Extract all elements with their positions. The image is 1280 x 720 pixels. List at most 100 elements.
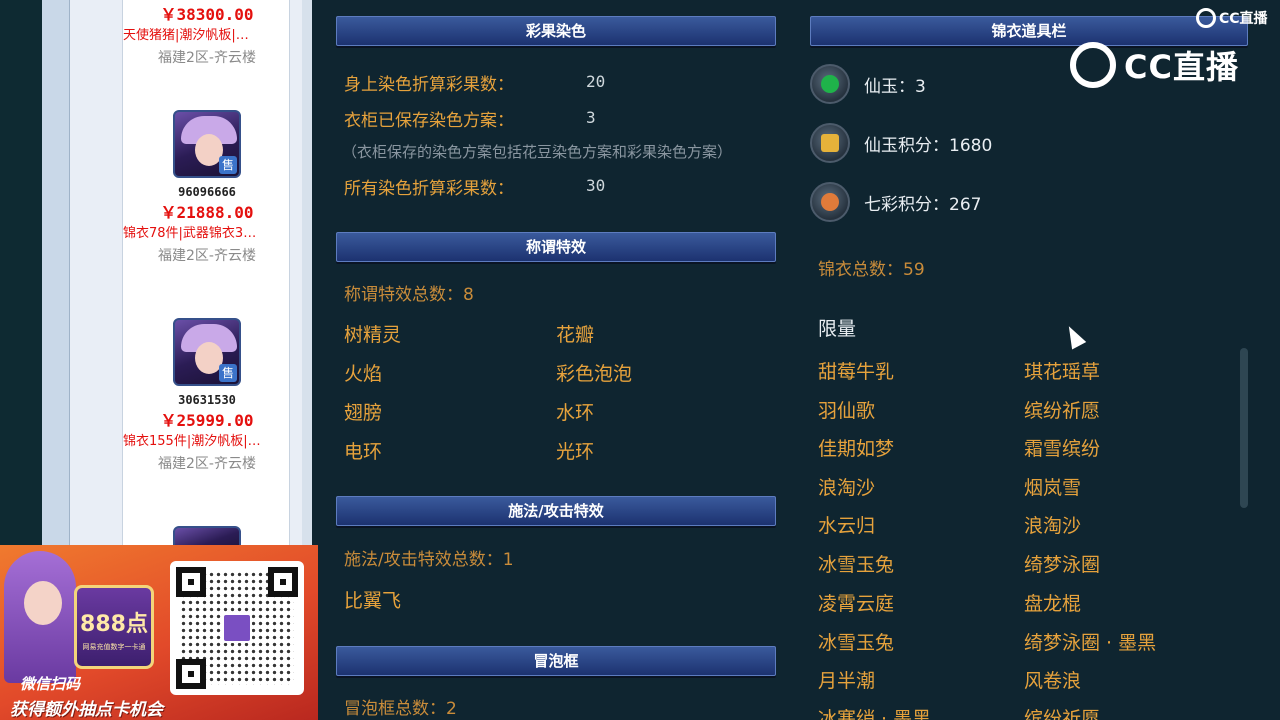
currency-row: 仙玉：3	[810, 64, 926, 104]
jade-points-icon	[810, 123, 850, 163]
character-avatar[interactable]: 售	[173, 110, 241, 178]
listing-panel: ￥38300.00 天使猪猪|潮汐帆板|… 福建2区-齐云楼 售 9609666…	[70, 0, 302, 545]
limited-item: 冰雪玉兔	[818, 632, 895, 654]
sale-badge: 售	[219, 156, 237, 174]
qr-finder	[176, 567, 206, 597]
dye-header: 彩果染色	[336, 16, 776, 46]
qr-finder	[268, 567, 298, 597]
dye-label: 衣柜已保存染色方案：	[344, 111, 514, 131]
promo-line-2: 获得额外抽点卡机会	[10, 700, 163, 720]
cc-live-watermark: CC直播	[1070, 42, 1239, 88]
limited-item: 浪淘沙	[1024, 515, 1082, 537]
jade-icon	[810, 64, 850, 104]
qr-center-logo	[222, 613, 252, 643]
limited-item: 水云归	[818, 515, 876, 537]
currency-text: 仙玉：3	[864, 76, 926, 97]
limited-item: 冰雪玉兔	[818, 554, 895, 576]
role-detail-panel: 彩果染色 身上染色折算彩果数： 20 衣柜已保存染色方案： 3 （衣柜保存的染色…	[312, 0, 1280, 720]
listing-item[interactable]	[123, 526, 291, 545]
listing-price: ￥21888.00	[160, 203, 254, 222]
listing-uid: 96096666	[178, 185, 236, 199]
limited-item: 霜雪缤纷	[1024, 438, 1101, 460]
listing-item[interactable]: 售 96096666 ￥21888.00 锦衣78件|武器锦衣3… 福建2区-齐…	[123, 110, 291, 268]
title-effects-header: 称谓特效	[336, 232, 776, 262]
limited-item: 浪淘沙	[818, 477, 876, 499]
bubble-total: 冒泡框总数：2	[344, 699, 457, 719]
limited-item: 烟岚雪	[1024, 477, 1082, 499]
limited-item: 绮梦泳圈 · 墨黑	[1024, 632, 1157, 654]
currency-row: 七彩积分：267	[810, 182, 981, 222]
title-effect-item: 火焰	[344, 363, 383, 385]
listing-server: 福建2区-齐云楼	[158, 456, 256, 472]
limited-item: 缤纷祈愿	[1024, 708, 1101, 720]
promo-banner[interactable]: 888点 网易充值数字一卡通 微信扫码 获得额外抽点卡机会	[0, 545, 318, 720]
dye-value: 30	[586, 176, 606, 195]
limited-item: 凌霄云庭	[818, 593, 895, 615]
character-avatar[interactable]	[173, 526, 241, 545]
cast-effects-header: 施法/攻击特效	[336, 496, 776, 526]
currency-text: 七彩积分：267	[864, 194, 982, 215]
wardrobe-scrollbar[interactable]	[1240, 348, 1248, 508]
title-effect-item: 电环	[344, 441, 383, 463]
listing-item[interactable]: 售 30631530 ￥25999.00 锦衣155件|潮汐帆板|… 福建2区-…	[123, 318, 291, 476]
listing-item[interactable]: ￥38300.00 天使猪猪|潮汐帆板|… 福建2区-齐云楼	[123, 4, 291, 70]
title-effect-item: 光环	[556, 441, 595, 463]
qr-finder	[176, 659, 206, 689]
title-effect-item: 水环	[556, 402, 595, 424]
listing-price: ￥38300.00	[160, 5, 254, 24]
wechat-qr-code[interactable]	[170, 561, 304, 695]
dye-value: 20	[586, 72, 606, 91]
point-card: 888点 网易充值数字一卡通	[74, 585, 154, 669]
limited-item: 风卷浪	[1024, 670, 1082, 692]
title-effect-item: 树精灵	[344, 324, 402, 346]
sale-badge: 售	[219, 364, 237, 382]
limited-item: 盘龙棍	[1024, 593, 1082, 615]
character-avatar[interactable]: 售	[173, 318, 241, 386]
currency-text: 仙玉积分：1680	[864, 135, 993, 156]
cast-effects-total: 施法/攻击特效总数：1	[344, 550, 514, 570]
listing-tags[interactable]: 天使猪猪|潮汐帆板|…	[123, 26, 291, 46]
cc-logo-icon	[1070, 42, 1116, 88]
title-effect-item: 彩色泡泡	[556, 363, 633, 385]
dye-label: 所有染色折算彩果数：	[344, 179, 514, 199]
listing-uid: 30631530	[178, 393, 236, 407]
listing-column: ￥38300.00 天使猪猪|潮汐帆板|… 福建2区-齐云楼 售 9609666…	[122, 0, 290, 545]
cc-live-watermark-small: CC直播	[1196, 8, 1268, 28]
mascot-face	[24, 581, 62, 625]
limited-item: 羽仙歌	[818, 400, 876, 422]
listing-price: ￥25999.00	[160, 411, 254, 430]
listing-server: 福建2区-齐云楼	[158, 248, 256, 264]
title-effects-total: 称谓特效总数：8	[344, 285, 474, 305]
left-edge	[0, 0, 42, 545]
listing-tags[interactable]: 锦衣155件|潮汐帆板|…	[123, 432, 291, 452]
limited-item: 甜莓牛乳	[818, 361, 895, 383]
point-card-number: 888点	[80, 612, 148, 637]
dye-note: （衣柜保存的染色方案包括花豆染色方案和彩果染色方案）	[342, 143, 733, 161]
limited-item: 月半潮	[818, 670, 876, 692]
dye-value: 3	[586, 108, 596, 127]
cast-effect-item: 比翼飞	[344, 590, 402, 612]
listing-tags[interactable]: 锦衣78件|武器锦衣3…	[123, 224, 291, 244]
currency-row: 仙玉积分：1680	[810, 123, 992, 163]
limited-item: 缤纷祈愿	[1024, 400, 1101, 422]
title-effect-item: 翅膀	[344, 402, 383, 424]
point-card-caption: 网易充值数字一卡通	[82, 643, 146, 651]
limited-item: 琪花瑶草	[1024, 361, 1101, 383]
mascot-image	[4, 551, 76, 683]
wardrobe-total: 锦衣总数：59	[818, 260, 925, 280]
promo-line-1: 微信扫码	[20, 675, 81, 693]
left-frame	[42, 0, 70, 545]
cc-logo-icon	[1196, 8, 1216, 28]
rainbow-points-icon	[810, 182, 850, 222]
limited-item: 冰寒绡 · 墨黑	[818, 708, 932, 720]
cc-large-text: CC直播	[1124, 48, 1239, 86]
cc-small-text: CC直播	[1219, 11, 1268, 27]
listing-server: 福建2区-齐云楼	[158, 50, 256, 66]
limited-title: 限量	[818, 318, 857, 340]
bubble-header: 冒泡框	[336, 646, 776, 676]
panel-divider	[302, 0, 312, 545]
limited-item: 佳期如梦	[818, 438, 895, 460]
limited-item: 绮梦泳圈	[1024, 554, 1101, 576]
dye-label: 身上染色折算彩果数：	[344, 75, 514, 95]
title-effect-item: 花瓣	[556, 324, 595, 346]
